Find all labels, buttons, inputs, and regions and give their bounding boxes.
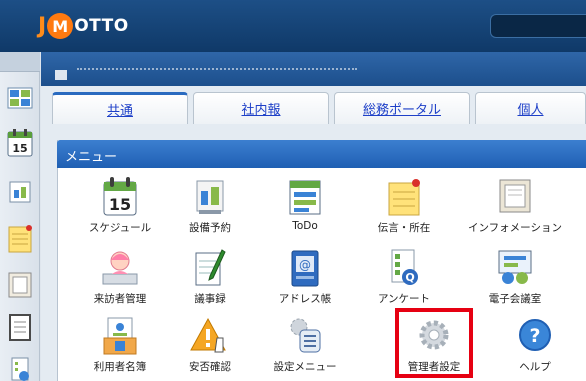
menu-item-information[interactable]: インフォメーション: [465, 177, 565, 239]
menu-item-help[interactable]: ? ヘルプ: [485, 316, 585, 378]
menu-panel-title: メニュー: [65, 150, 118, 165]
tab-general-affairs-portal[interactable]: 総務ポータル: [334, 92, 470, 124]
logo-letter-j: J: [38, 13, 47, 39]
user-directory-icon: [99, 316, 141, 356]
svg-text:@: @: [299, 258, 311, 272]
tab-common[interactable]: 共通: [52, 92, 188, 124]
menu-item-label: 安否確認: [189, 361, 231, 373]
sidebar-memo-icon[interactable]: [6, 224, 34, 253]
left-toolbar-header: [0, 52, 40, 72]
menu-item-message-location[interactable]: 伝言・所在: [354, 177, 454, 239]
top-header: J M OTTO: [0, 0, 586, 52]
todo-list-icon: [284, 177, 326, 217]
menu-item-safety-confirmation[interactable]: 安否確認: [160, 316, 260, 378]
sidebar-information-icon[interactable]: [6, 270, 34, 298]
sidebar-calendar-day: 15: [12, 142, 27, 155]
help-icon: ?: [514, 316, 556, 356]
tab-newsletter-label: 社内報: [241, 103, 281, 118]
conference-room-icon: [494, 248, 536, 288]
visitor-reception-icon: [99, 248, 141, 288]
logo-text: OTTO: [74, 16, 129, 36]
menu-item-label: ヘルプ: [519, 361, 551, 373]
survey-icon: Q: [383, 248, 425, 288]
menu-item-label: スケジュール: [88, 222, 152, 234]
menu-item-label: 設備予約: [189, 222, 231, 234]
menu-item-address-book[interactable]: @ アドレス帳: [255, 248, 355, 310]
tab-general-affairs-label: 総務ポータル: [362, 103, 441, 118]
svg-text:Q: Q: [405, 271, 414, 284]
admin-settings-highlight-box: [395, 308, 473, 378]
minutes-pen-icon: [189, 248, 231, 288]
menu-item-settings-menu[interactable]: 設定メニュー: [255, 316, 355, 378]
calendar-icon: 15: [99, 177, 141, 217]
menu-item-conference-room[interactable]: 電子会議室: [465, 248, 565, 310]
menu-item-visitor-management[interactable]: 来訪者管理: [70, 248, 170, 310]
portal-icon: [55, 70, 67, 80]
tab-common-label: 共通: [106, 104, 133, 119]
menu-item-label: アンケート: [377, 293, 431, 305]
settings-menu-icon: [284, 316, 326, 356]
jmotto-logo[interactable]: J M OTTO: [38, 8, 129, 44]
tab-personal-label: 個人: [517, 103, 544, 118]
menu-item-todo[interactable]: ToDo: [255, 177, 355, 239]
message-note-icon: [383, 177, 425, 217]
menu-item-label: ToDo: [292, 220, 318, 232]
facility-reservation-icon: [189, 177, 231, 217]
menu-item-survey[interactable]: Q アンケート: [354, 248, 454, 310]
menu-item-minutes[interactable]: 議事録: [160, 248, 260, 310]
menu-item-label: 来訪者管理: [93, 293, 147, 305]
portal-title-text: [77, 68, 357, 76]
menu-item-label: 議事録: [194, 293, 226, 305]
calendar-day-number: 15: [109, 195, 131, 214]
menu-item-schedule[interactable]: 15 スケジュール: [70, 177, 170, 239]
portal-title-bar: [41, 52, 586, 86]
sidebar-facility-icon[interactable]: [6, 178, 34, 206]
menu-item-label: インフォメーション: [468, 222, 562, 234]
menu-item-label: アドレス帳: [278, 293, 332, 305]
logo-letter-m: M: [47, 13, 74, 39]
menu-item-user-directory[interactable]: 利用者名簿: [70, 316, 170, 378]
sidebar-survey-icon[interactable]: [6, 356, 34, 381]
header-search-box[interactable]: [490, 14, 586, 38]
menu-item-label: 伝言・所在: [377, 222, 431, 234]
tab-personal[interactable]: 個人: [475, 92, 586, 124]
sidebar-portal-icon[interactable]: [6, 84, 34, 112]
menu-item-facility-reservation[interactable]: 設備予約: [160, 177, 260, 239]
tab-newsletter[interactable]: 社内報: [193, 92, 329, 124]
information-board-icon: [494, 177, 536, 217]
sidebar-document-icon[interactable]: [6, 312, 34, 341]
portal-tabs: 共通 社内報 総務ポータル 個人: [52, 86, 586, 126]
menu-panel-header: メニュー: [57, 140, 586, 168]
menu-item-label: 電子会議室: [488, 293, 542, 305]
menu-item-label: 利用者名簿: [93, 361, 147, 373]
sidebar-calendar-icon[interactable]: 15: [6, 128, 34, 157]
address-book-icon: @: [284, 248, 326, 288]
safety-confirmation-icon: [189, 316, 231, 356]
menu-item-label: 設定メニュー: [273, 361, 337, 373]
svg-text:?: ?: [529, 325, 540, 347]
